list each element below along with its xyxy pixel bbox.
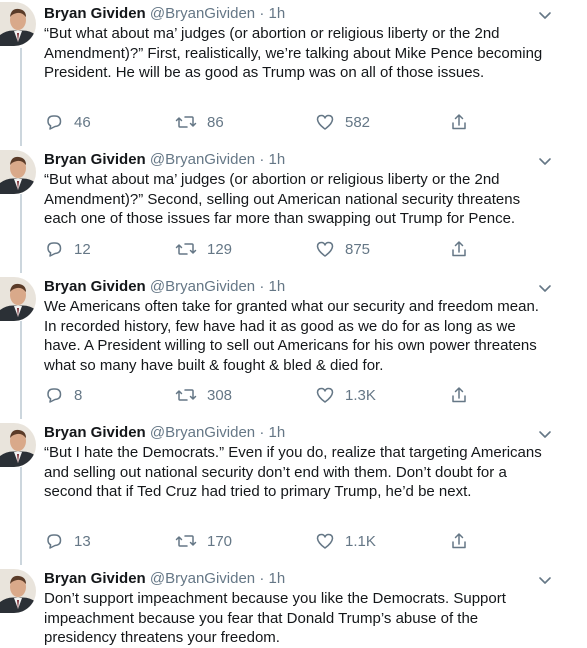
reply-count: 8: [74, 386, 83, 404]
heart-icon: [315, 112, 335, 132]
avatar[interactable]: [0, 150, 36, 194]
tweet-header: Bryan Gividen @BryanGividen · 1h: [44, 277, 285, 297]
chevron-down-icon[interactable]: [538, 427, 552, 439]
tweet-actions: 12 129 875: [44, 238, 484, 260]
timestamp[interactable]: · 1h: [259, 570, 285, 587]
avatar[interactable]: [0, 569, 36, 613]
retweet-icon: [175, 385, 197, 405]
heart-icon: [315, 531, 335, 551]
share-button[interactable]: [449, 384, 469, 406]
tweet-actions: 8 308 1.3K: [44, 384, 484, 406]
tweet[interactable]: Bryan Gividen @BryanGividen · 1h “But wh…: [0, 146, 587, 273]
share-button[interactable]: [449, 530, 469, 552]
like-count: 875: [345, 240, 371, 258]
author-name[interactable]: Bryan Gividen: [44, 424, 146, 441]
thread-connector-line: [20, 321, 22, 419]
retweet-count: 308: [207, 386, 233, 404]
like-button[interactable]: 875: [315, 238, 370, 260]
author-handle[interactable]: @BryanGividen: [150, 424, 255, 441]
author-name[interactable]: Bryan Gividen: [44, 5, 146, 22]
thread-connector-line: [20, 467, 22, 565]
retweet-icon: [175, 112, 197, 132]
author-handle[interactable]: @BryanGividen: [150, 5, 255, 22]
chevron-down-icon[interactable]: [538, 281, 552, 293]
retweet-button[interactable]: 86: [175, 111, 224, 133]
reply-count: 12: [74, 240, 91, 258]
thread-connector-line: [20, 194, 22, 273]
share-button[interactable]: [449, 111, 469, 133]
tweet-header: Bryan Gividen @BryanGividen · 1h: [44, 423, 285, 443]
reply-icon: [44, 531, 64, 551]
share-button[interactable]: [449, 238, 469, 260]
reply-button[interactable]: 46: [44, 111, 91, 133]
tweet-header: Bryan Gividen @BryanGividen · 1h: [44, 569, 285, 589]
retweet-count: 86: [207, 113, 224, 131]
tweet-actions: 46 86 582: [44, 111, 484, 133]
author-handle[interactable]: @BryanGividen: [150, 278, 255, 295]
share-icon: [449, 112, 469, 132]
reply-icon: [44, 112, 64, 132]
reply-button[interactable]: 12: [44, 238, 91, 260]
chevron-down-icon[interactable]: [538, 154, 552, 166]
avatar[interactable]: [0, 423, 36, 467]
tweet-text: We Americans often take for granted what…: [44, 298, 539, 374]
chevron-down-icon[interactable]: [538, 8, 552, 20]
share-icon: [449, 531, 469, 551]
timestamp[interactable]: · 1h: [259, 278, 285, 295]
retweet-icon: [175, 239, 197, 259]
like-button[interactable]: 582: [315, 111, 370, 133]
tweet[interactable]: Bryan Gividen @BryanGividen · 1h Don’t s…: [0, 565, 587, 648]
thread-connector-line: [20, 48, 22, 146]
tweet-thread: Bryan Gividen @BryanGividen · 1h “But wh…: [0, 0, 587, 648]
author-name[interactable]: Bryan Gividen: [44, 278, 146, 295]
heart-icon: [315, 385, 335, 405]
retweet-button[interactable]: 170: [175, 530, 232, 552]
tweet[interactable]: Bryan Gividen @BryanGividen · 1h “But I …: [0, 419, 587, 565]
chevron-down-icon[interactable]: [538, 573, 552, 585]
tweet-header: Bryan Gividen @BryanGividen · 1h: [44, 150, 285, 170]
retweet-icon: [175, 531, 197, 551]
reply-button[interactable]: 8: [44, 384, 82, 406]
reply-count: 13: [74, 532, 91, 550]
retweet-button[interactable]: 129: [175, 238, 232, 260]
like-button[interactable]: 1.3K: [315, 384, 376, 406]
reply-icon: [44, 239, 64, 259]
avatar[interactable]: [0, 277, 36, 321]
reply-icon: [44, 385, 64, 405]
tweet-text: “But what about ma’ judges (or abortion …: [44, 171, 521, 227]
retweet-count: 129: [207, 240, 233, 258]
tweet-text: Don’t support impeachment because you li…: [44, 590, 506, 646]
tweet-actions: 13 170 1.1K: [44, 530, 484, 552]
timestamp[interactable]: · 1h: [259, 424, 285, 441]
author-name[interactable]: Bryan Gividen: [44, 570, 146, 587]
tweet-text: “But I hate the Democrats.” Even if you …: [44, 444, 542, 500]
timestamp[interactable]: · 1h: [259, 5, 285, 22]
heart-icon: [315, 239, 335, 259]
avatar[interactable]: [0, 2, 36, 46]
reply-count: 46: [74, 113, 91, 131]
share-icon: [449, 385, 469, 405]
tweet[interactable]: Bryan Gividen @BryanGividen · 1h “But wh…: [0, 0, 587, 146]
author-handle[interactable]: @BryanGividen: [150, 570, 255, 587]
share-icon: [449, 239, 469, 259]
tweet[interactable]: Bryan Gividen @BryanGividen · 1h We Amer…: [0, 273, 587, 419]
author-name[interactable]: Bryan Gividen: [44, 151, 146, 168]
retweet-count: 170: [207, 532, 233, 550]
timestamp[interactable]: · 1h: [259, 151, 285, 168]
reply-button[interactable]: 13: [44, 530, 91, 552]
like-count: 1.3K: [345, 386, 376, 404]
tweet-text: “But what about ma’ judges (or abortion …: [44, 25, 543, 81]
author-handle[interactable]: @BryanGividen: [150, 151, 255, 168]
retweet-button[interactable]: 308: [175, 384, 232, 406]
tweet-header: Bryan Gividen @BryanGividen · 1h: [44, 4, 285, 24]
like-count: 1.1K: [345, 532, 376, 550]
like-button[interactable]: 1.1K: [315, 530, 376, 552]
like-count: 582: [345, 113, 371, 131]
